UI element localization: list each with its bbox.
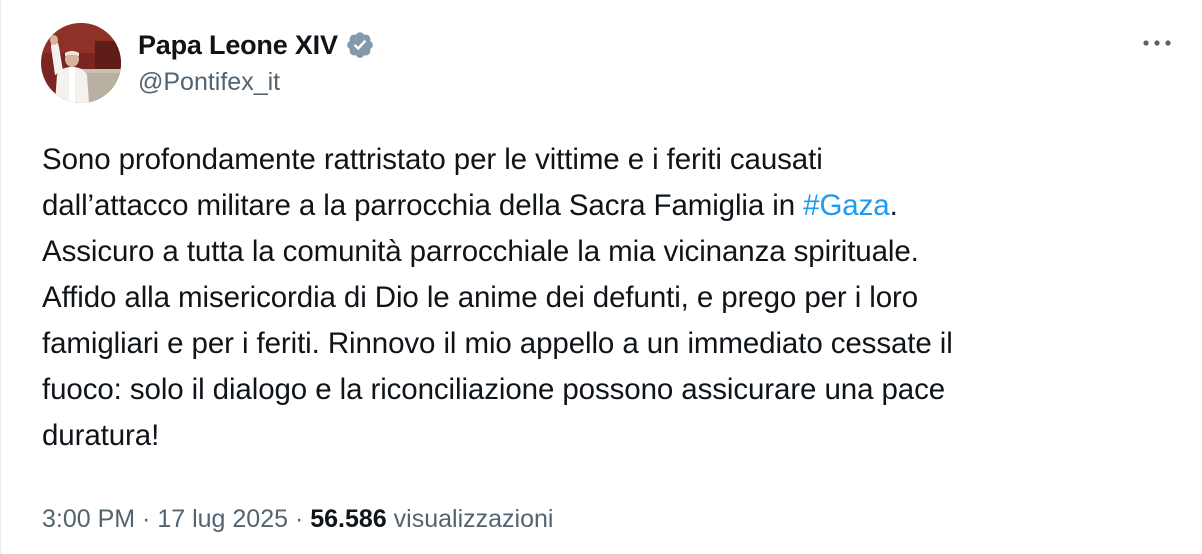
author-handle[interactable]: @Pontifex_it	[138, 68, 375, 97]
tweet-card: Papa Leone XIV @Pontifex_it Sono profond…	[0, 0, 1202, 554]
tweet-line: Affido alla misericordia di Dio le anime…	[42, 281, 919, 314]
hashtag-link[interactable]: #Gaza	[803, 189, 890, 222]
tweet-line: dall’attacco militare a la parrocchia de…	[42, 183, 1162, 229]
tweet-line: Sono profondamente rattristato per le vi…	[42, 143, 823, 176]
display-name[interactable]: Papa Leone XIV	[138, 30, 338, 61]
tweet-line: fuoco: solo il dialogo e la riconciliazi…	[42, 373, 946, 406]
author-block: Papa Leone XIV @Pontifex_it	[138, 26, 375, 97]
meta-separator: ·	[135, 505, 158, 533]
avatar-image	[41, 23, 121, 103]
tweet-line-text: .	[889, 189, 898, 222]
views-count: 56.586	[310, 505, 387, 533]
more-options-icon[interactable]	[1140, 28, 1174, 58]
tweet-text: Sono profondamente rattristato per le vi…	[42, 137, 1162, 459]
tweet-meta: 3:00 PM · 17 lug 2025 · 56.586 visualizz…	[42, 505, 553, 534]
verified-badge-icon[interactable]	[345, 30, 375, 60]
tweet-line: famigliari e per i feriti. Rinnovo il mi…	[42, 327, 953, 360]
tweet-line: duratura!	[42, 419, 160, 452]
tweet-time[interactable]: 3:00 PM	[42, 505, 135, 533]
display-name-row: Papa Leone XIV	[138, 26, 375, 64]
meta-separator: ·	[288, 505, 311, 533]
tweet-date[interactable]: 17 lug 2025	[157, 505, 288, 533]
tweet-line: Assicuro a tutta la comunità parrocchial…	[42, 235, 919, 268]
tweet-line-text: dall’attacco militare a la parrocchia de…	[42, 189, 804, 222]
views-label: visualizzazioni	[393, 505, 554, 533]
avatar[interactable]	[41, 23, 121, 103]
